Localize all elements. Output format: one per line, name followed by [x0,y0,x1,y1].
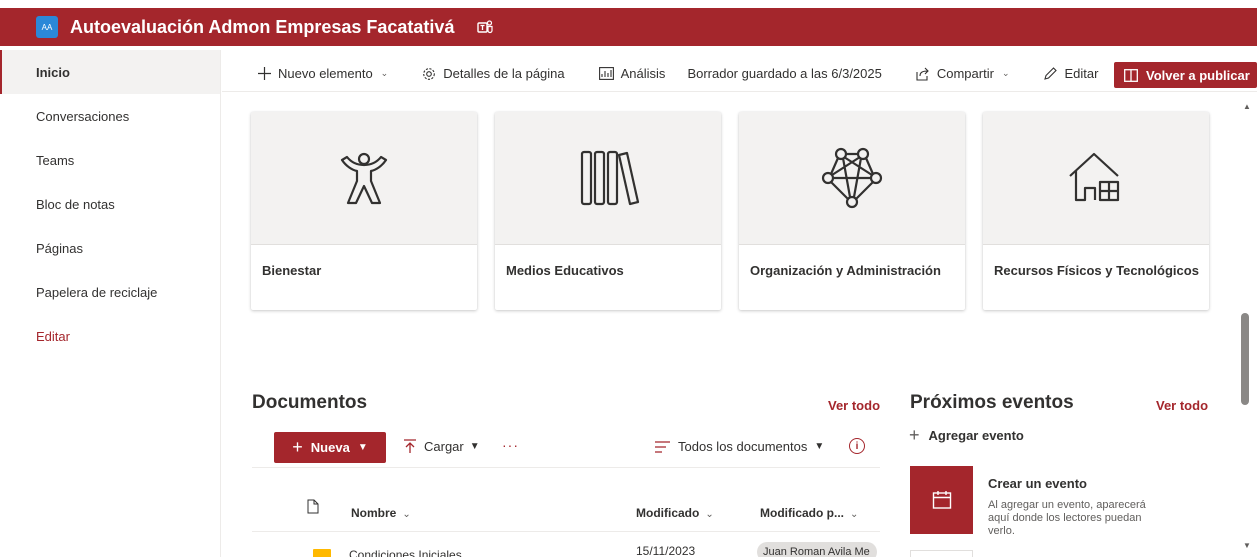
info-icon[interactable]: i [849,438,865,454]
documents-column-header: Nombre ⌄ Modificado ⌄ Modificado p... ⌄ [252,494,880,532]
column-modified[interactable]: Modificado ⌄ [636,506,714,520]
nav-item-inicio[interactable]: Inicio [0,50,220,94]
nav-item-conversaciones[interactable]: Conversaciones [0,94,220,138]
documents-title: Documentos [252,392,368,413]
site-title[interactable]: Autoevaluación Admon Empresas Facatativá [70,17,454,38]
network-icon [821,147,883,209]
chevron-down-icon: ▼ [357,442,368,453]
draft-status: Borrador guardado a las 6/3/2025 [687,66,882,81]
documents-toolbar: + Nueva ▼ Cargar ▼ ··· Todos los documen… [252,430,880,468]
calendar-icon [932,491,951,509]
nav-item-papelera[interactable]: Papelera de reciclaje [0,270,220,314]
quick-link-organizacion[interactable]: Organización y Administración [739,112,965,310]
upload-icon [404,439,416,454]
page-details-button[interactable]: Detalles de la página [422,66,565,81]
nav-edit-link[interactable]: Editar [0,314,220,358]
chevron-down-icon: ⌄ [850,509,859,520]
more-options-button[interactable]: ··· [502,437,519,453]
new-item-label: Nuevo elemento [278,66,373,81]
view-selector[interactable]: Todos los documentos ▼ [655,439,824,454]
view-list-icon [655,440,670,453]
document-name[interactable]: Condiciones Iniciales [349,548,462,557]
share-label: Compartir [936,66,994,81]
suite-header: AA Autoevaluación Admon Empresas Facatat… [0,8,1257,46]
command-bar: Nuevo elemento ⌄ Detalles de la página A… [222,56,1257,92]
analytics-icon [598,67,614,80]
quick-link-bienestar[interactable]: Bienestar [251,112,477,310]
new-document-button[interactable]: + Nueva ▼ [274,432,386,463]
events-title: Próximos eventos [910,392,1074,413]
scroll-down-arrow-icon[interactable]: ▼ [1243,541,1251,550]
new-document-label: Nueva [310,440,350,455]
plus-icon: + [909,425,920,445]
scroll-up-arrow-icon[interactable]: ▲ [1243,102,1251,111]
edit-label: Editar [1064,66,1099,81]
quick-link-label: Medios Educativos [506,263,624,278]
event-card-partial [910,550,973,557]
chevron-down-icon: ⌄ [1001,68,1010,78]
quick-link-label: Organización y Administración [750,263,941,278]
analytics-label: Análisis [620,66,666,81]
scrollbar-thumb[interactable] [1241,313,1249,405]
add-event-label: Agregar evento [928,428,1024,443]
pencil-icon [1043,66,1058,81]
page-details-label: Detalles de la página [443,66,565,81]
folder-icon [313,549,331,557]
nav-item-bloc-de-notas[interactable]: Bloc de notas [0,182,220,226]
nav-item-teams[interactable]: Teams [0,138,220,182]
upload-label: Cargar [424,439,464,454]
person-icon [340,152,388,205]
quick-link-label: Bienestar [262,263,322,278]
chevron-down-icon: ⌄ [402,509,411,520]
document-modified: 15/11/2023 [636,544,696,557]
table-row[interactable]: Condiciones Iniciales 15/11/2023 Juan Ro… [252,540,880,557]
plus-icon: + [292,437,303,457]
new-item-button[interactable]: Nuevo elemento ⌄ [258,66,388,81]
edit-button[interactable]: Editar [1043,66,1098,81]
view-selector-label: Todos los documentos [678,439,808,454]
chevron-down-icon: ⌄ [705,509,714,520]
left-navigation: Inicio Conversaciones Teams Bloc de nota… [0,50,221,557]
add-event-button[interactable]: + Agregar evento [909,425,1024,446]
upload-button[interactable]: Cargar ▼ [404,439,480,454]
chevron-down-icon: ⌄ [380,68,389,78]
document-modified-by[interactable]: Juan Roman Avila Me [757,542,877,557]
file-type-icon[interactable] [307,499,319,517]
event-placeholder-title: Crear un evento [988,476,1087,491]
column-name[interactable]: Nombre ⌄ [351,506,411,520]
analytics-button[interactable]: Análisis [598,66,666,81]
book-icon [1124,68,1138,82]
teams-icon[interactable] [476,18,494,36]
event-placeholder-description: Al agregar un evento, aparecerá aquí don… [988,499,1146,537]
documents-see-all-link[interactable]: Ver todo [828,398,880,413]
chevron-down-icon: ▼ [814,441,825,452]
quick-link-label: Recursos Físicos y Tecnológicos [994,263,1199,278]
chevron-down-icon: ▼ [469,441,480,452]
share-icon [916,67,930,81]
share-button[interactable]: Compartir ⌄ [916,66,1010,81]
quick-link-recursos[interactable]: Recursos Físicos y Tecnológicos [983,112,1209,310]
building-icon [1069,152,1120,202]
events-see-all-link[interactable]: Ver todo [1156,398,1208,413]
republish-button[interactable]: Volver a publicar [1114,62,1257,88]
republish-label: Volver a publicar [1146,67,1250,83]
column-modified-by[interactable]: Modificado p... ⌄ [760,506,858,520]
quick-link-medios-educativos[interactable]: Medios Educativos [495,112,721,310]
nav-item-paginas[interactable]: Páginas [0,226,220,270]
plus-icon [258,67,271,80]
site-logo[interactable]: AA [36,16,58,38]
library-icon [580,150,640,206]
event-date-block [910,466,973,534]
gear-icon [422,67,436,81]
